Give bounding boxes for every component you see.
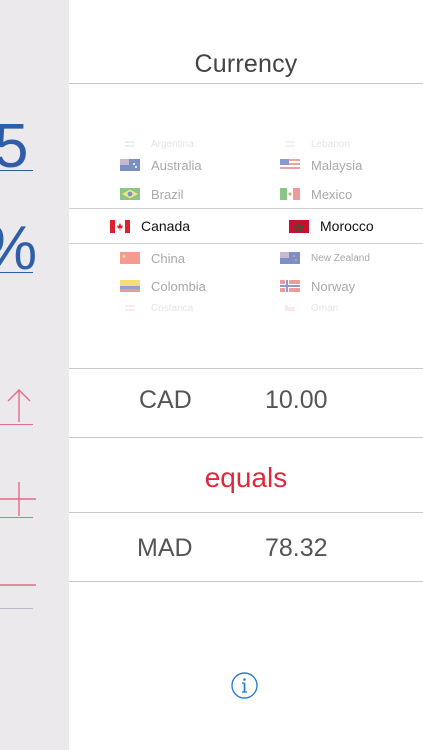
morocco-flag-icon xyxy=(289,219,309,233)
swap-up-button[interactable] xyxy=(0,386,40,432)
china-flag-icon xyxy=(120,252,140,264)
picker-left-label: China xyxy=(151,250,185,266)
arrow-underline xyxy=(0,424,33,425)
percent-underline xyxy=(0,272,33,273)
oman-flag-icon xyxy=(285,305,295,311)
picker-left-item[interactable]: Brazil xyxy=(120,184,184,204)
picker-right-item[interactable]: New Zealand xyxy=(280,248,370,268)
argentina-flag-icon xyxy=(125,141,135,147)
picker-right-item[interactable]: Lebanon xyxy=(280,134,350,154)
picker-left-selected[interactable]: Canada xyxy=(110,216,190,236)
picker-right-label: Mexico xyxy=(311,186,353,202)
picker-left-label: Argentina xyxy=(151,138,194,150)
brazil-flag-icon xyxy=(120,188,140,200)
minus-icon xyxy=(0,584,36,586)
from-row-top-divider xyxy=(69,368,423,369)
mexico-flag-icon xyxy=(280,188,300,200)
picker-left-item[interactable]: Australia xyxy=(120,155,202,175)
australia-flag-icon xyxy=(120,159,140,171)
picker-right-item[interactable]: Mexico xyxy=(280,184,352,204)
picker-selection-bottom xyxy=(69,243,423,244)
digit-key[interactable]: 5 xyxy=(0,112,69,182)
colombia-flag-icon xyxy=(120,280,140,292)
plus-icon xyxy=(0,482,36,516)
from-amount-field[interactable]: 10.00 xyxy=(265,386,328,415)
picker-left-label: Brazil xyxy=(151,186,184,202)
picker-left-item[interactable]: Argentina xyxy=(120,134,194,154)
title-divider xyxy=(69,83,423,84)
plus-underline xyxy=(0,517,33,518)
to-row-top-divider xyxy=(69,512,423,513)
to-currency-code[interactable]: MAD xyxy=(137,534,193,563)
picker-right-label: Lebanon xyxy=(311,138,350,150)
picker-left-item[interactable]: Costarica xyxy=(120,298,193,318)
picker-left-item[interactable]: Colombia xyxy=(120,276,206,296)
digit-underline xyxy=(0,170,33,171)
equals-label: equals xyxy=(204,462,288,493)
picker-left-label: Colombia xyxy=(151,278,206,294)
new-zealand-flag-icon xyxy=(280,252,300,264)
arrow-up-icon xyxy=(7,389,31,422)
picker-right-label: Norway xyxy=(311,278,356,294)
percent-key[interactable]: % xyxy=(0,214,69,284)
to-amount-value: 78.32 xyxy=(265,534,328,562)
from-currency-code[interactable]: CAD xyxy=(139,386,192,415)
info-icon xyxy=(231,672,258,699)
side-panel: 5 % xyxy=(0,0,69,750)
lebanon-flag-icon xyxy=(285,141,295,147)
costarica-flag-icon xyxy=(125,305,135,311)
picker-right-selected[interactable]: Morocco xyxy=(289,216,374,236)
picker-right-label: Malaysia xyxy=(311,157,363,173)
picker-right-item[interactable]: Norway xyxy=(280,276,355,296)
picker-left-label: Australia xyxy=(151,157,202,173)
minus-underline xyxy=(0,608,33,609)
picker-left-label: Costarica xyxy=(151,302,194,314)
digit-label: 5 xyxy=(0,112,29,181)
picker-right-item[interactable]: Oman xyxy=(280,298,338,318)
to-row-bottom-divider xyxy=(69,581,423,582)
picker-right-label: New Zealand xyxy=(311,252,370,264)
percent-label: % xyxy=(0,214,37,284)
picker-right-label: Oman xyxy=(311,302,339,314)
canada-flag-icon xyxy=(110,219,130,233)
picker-left-label: Canada xyxy=(141,218,191,234)
malaysia-flag-icon xyxy=(280,159,300,171)
info-button[interactable] xyxy=(231,672,258,699)
subtract-button[interactable] xyxy=(0,570,40,616)
picker-right-label: Morocco xyxy=(320,218,374,234)
page-title: Currency xyxy=(194,50,298,78)
from-row-bottom-divider xyxy=(69,437,423,438)
add-button[interactable] xyxy=(0,480,40,526)
norway-flag-icon xyxy=(280,280,300,292)
picker-left-item[interactable]: China xyxy=(120,248,185,268)
picker-selection-top xyxy=(69,208,423,209)
picker-right-item[interactable]: Malaysia xyxy=(280,155,362,175)
